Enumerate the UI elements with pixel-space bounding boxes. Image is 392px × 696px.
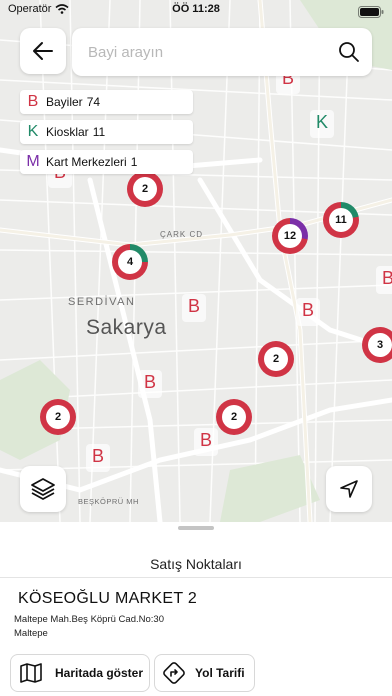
my-location-button[interactable] [326,466,372,512]
bayi-marker[interactable]: B [292,298,324,332]
legend-letter: K [27,123,39,140]
navigation-arrow-icon [340,480,358,498]
folded-map-icon [20,663,42,683]
bayi-marker[interactable]: B [82,444,114,478]
layers-icon [31,478,55,500]
legend-count: 11 [92,125,106,139]
show-on-map-button[interactable]: Haritada göster [10,654,150,692]
bottom-sheet: Satış Noktaları KÖSEOĞLU MARKET 2 Maltep… [0,522,392,696]
arrow-left-icon [33,42,53,60]
sheet-drag-handle[interactable] [178,526,214,530]
district-label: SERDİVAN [68,296,136,308]
bayi-marker[interactable]: B [134,370,166,404]
directions-label: Yol Tarifi [195,666,245,680]
neighborhood-label: BEŞKÖPRÜ MH [78,497,139,506]
status-bar: Operatör ÖÖ 11:28 [0,0,392,20]
store-district: Maltepe [14,628,48,639]
cluster-marker[interactable]: 2 [216,399,252,435]
search-input[interactable] [88,28,328,76]
cluster-marker[interactable]: 4 [112,244,148,280]
city-label: Sakarya [86,316,167,339]
search-bar[interactable] [72,28,372,76]
cluster-marker[interactable]: 2 [258,341,294,377]
legend-kart-merkezleri[interactable]: M Kart Merkezleri 1 [20,150,193,174]
sheet-title: Satış Noktaları [150,556,242,572]
legend-count: 1 [130,155,138,169]
kiosk-marker[interactable]: K [306,110,338,144]
legend-label: Kart Merkezleri [46,155,127,169]
show-on-map-label: Haritada göster [55,666,144,680]
bayi-marker[interactable]: B [178,294,210,328]
map-view[interactable]: SERDİVAN Sakarya ÇARK CD BEŞKÖPRÜ MH B B… [0,0,392,522]
layers-button[interactable] [20,466,66,512]
cluster-marker[interactable]: 11 [323,202,359,238]
status-time: ÖÖ 11:28 [172,3,220,15]
back-button[interactable] [20,28,66,74]
legend-label: Bayiler [46,95,83,109]
divider [0,577,392,578]
cluster-marker[interactable]: 12 [272,218,308,254]
cluster-marker[interactable]: 2 [127,171,163,207]
legend-bayiler[interactable]: B Bayiler 74 [20,90,193,114]
cluster-marker[interactable]: 2 [40,399,76,435]
store-name: KÖSEOĞLU MARKET 2 [18,590,198,607]
legend-letter: B [27,93,39,110]
bayi-marker[interactable]: B [190,428,222,462]
bayi-marker[interactable]: B [372,266,392,300]
cluster-marker[interactable]: 3 [362,327,392,363]
legend-kiosklar[interactable]: K Kiosklar 11 [20,120,193,144]
directions-button[interactable]: Yol Tarifi [154,654,255,692]
street-label: ÇARK CD [160,230,204,239]
legend-label: Kiosklar [46,125,89,139]
legend-count: 74 [86,95,101,109]
battery-icon [358,5,384,23]
turn-right-sign-icon [163,662,185,684]
magnifier-icon[interactable] [338,41,360,63]
legend-letter: M [26,153,40,170]
store-address: Maltepe Mah.Beş Köprü Cad.No:30 [14,614,164,625]
app-root: SERDİVAN Sakarya ÇARK CD BEŞKÖPRÜ MH B B… [0,0,392,696]
